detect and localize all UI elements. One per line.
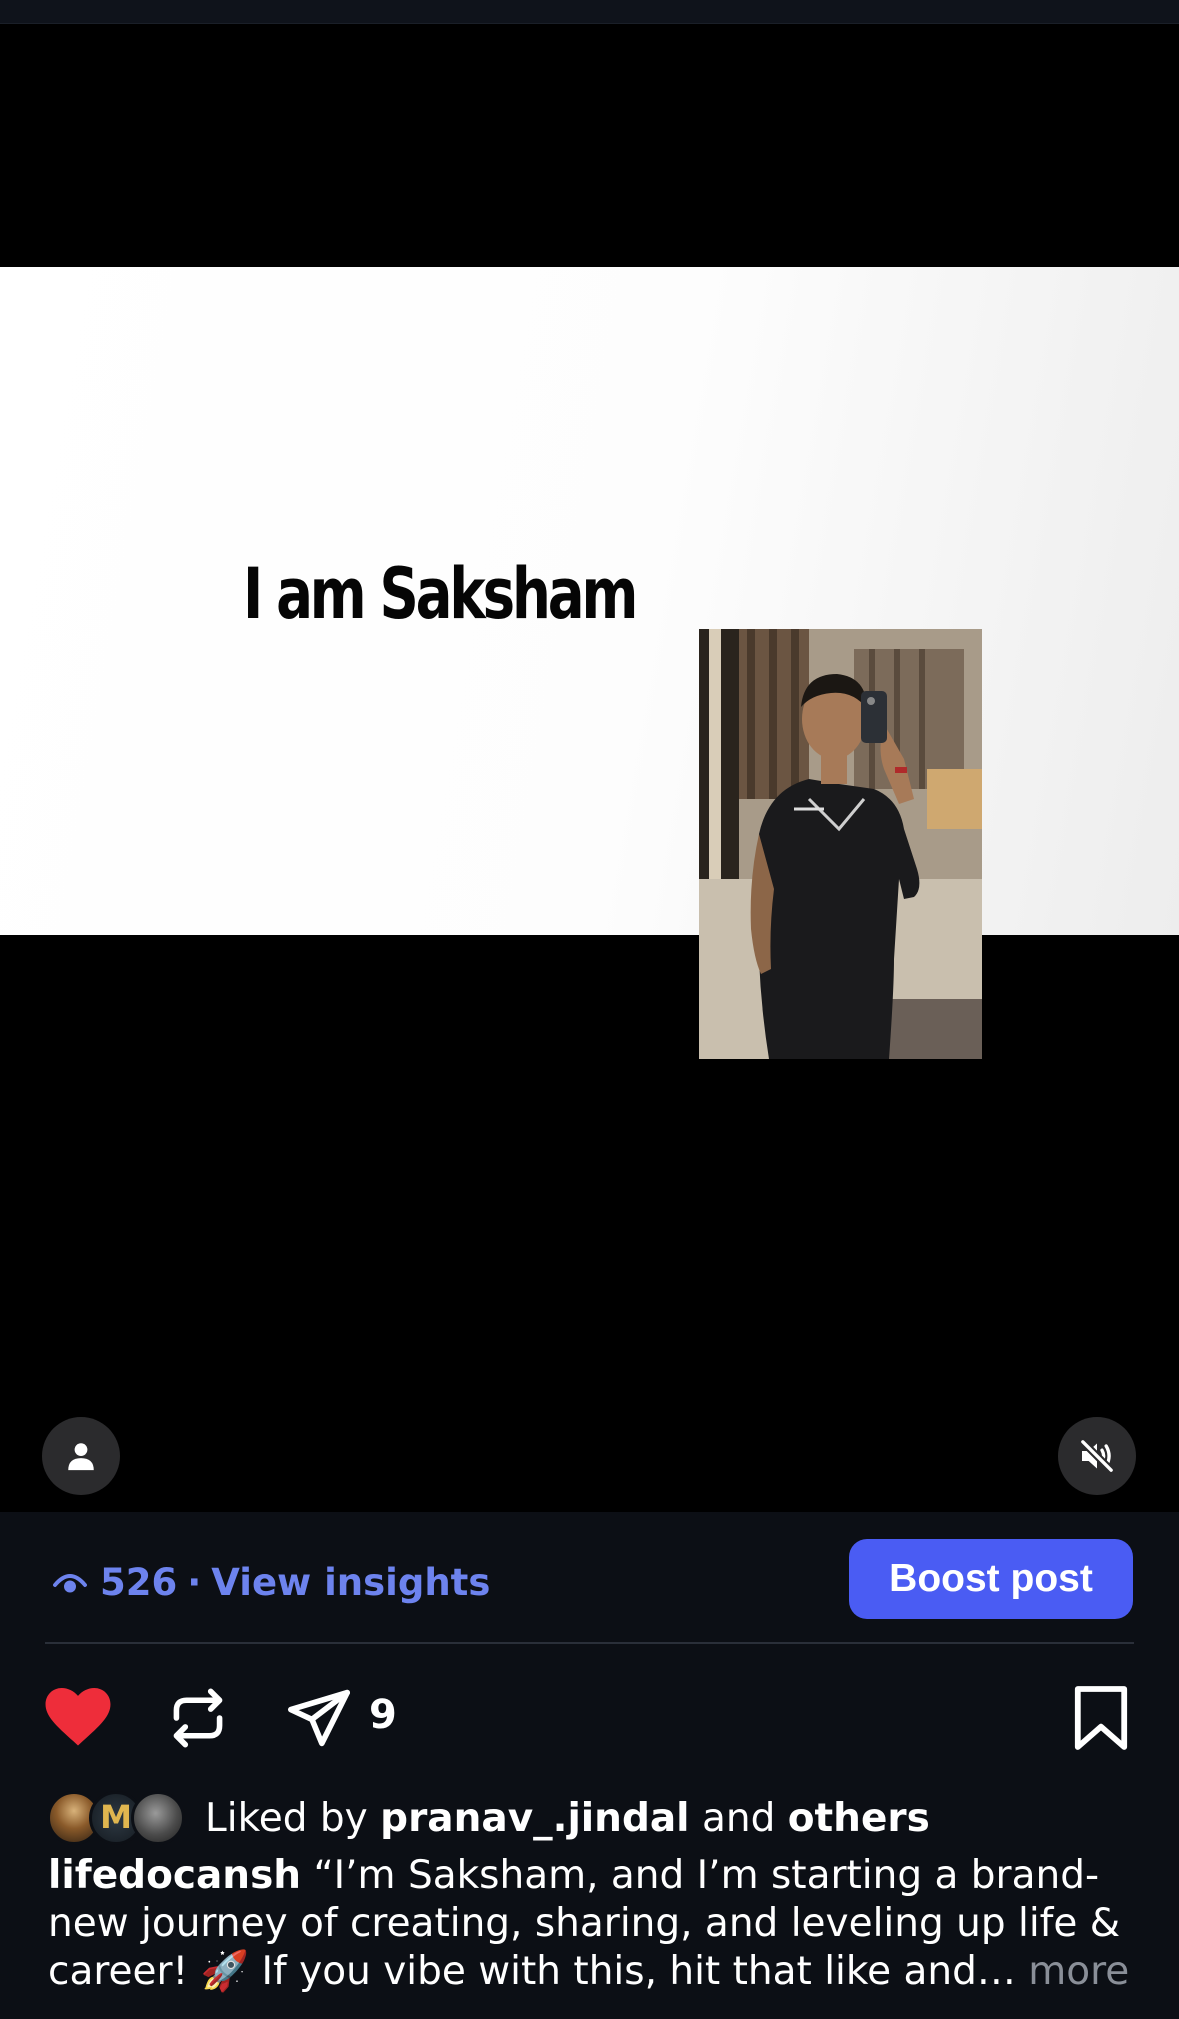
likes-others-link[interactable]: others xyxy=(788,1796,930,1841)
post-caption: lifedocansh “I’m Saksham, and I’m starti… xyxy=(48,1852,1138,1996)
post-screen: I am Saksham 526 · View insights Boost p… xyxy=(0,0,1179,2019)
liker-username[interactable]: pranav_.jindal xyxy=(380,1796,689,1841)
share-button[interactable] xyxy=(282,1685,356,1751)
share-count: 9 xyxy=(369,1692,397,1738)
selfie-illustration xyxy=(699,629,982,1059)
selfie-photo xyxy=(699,629,982,1059)
likes-summary[interactable]: M Liked by pranav_.jindal and others xyxy=(47,1790,930,1846)
slide-title: I am Saksham xyxy=(243,553,638,635)
mute-button[interactable] xyxy=(1058,1417,1136,1495)
views-separator: · xyxy=(187,1560,202,1604)
bookmark-icon xyxy=(1074,1686,1128,1750)
speaker-muted-icon xyxy=(1079,1438,1115,1474)
caption-more-link[interactable]: more xyxy=(1028,1949,1129,1994)
like-button[interactable] xyxy=(40,1683,116,1749)
paper-plane-icon xyxy=(288,1689,350,1747)
post-media[interactable]: I am Saksham xyxy=(0,24,1179,1512)
likes-conjunction: and xyxy=(701,1795,776,1841)
caption-username[interactable]: lifedocansh xyxy=(48,1853,301,1898)
liker-avatars: M xyxy=(47,1791,185,1845)
insights-label: View insights xyxy=(211,1560,491,1604)
heart-filled-icon xyxy=(45,1687,111,1746)
repost-button[interactable] xyxy=(165,1683,231,1753)
top-bar xyxy=(0,0,1179,24)
likes-text: Liked by pranav_.jindal and others xyxy=(205,1796,930,1841)
eye-icon xyxy=(52,1567,88,1597)
divider xyxy=(45,1642,1134,1644)
likes-prefix: Liked by xyxy=(205,1795,368,1841)
views-count: 526 xyxy=(100,1560,178,1604)
save-button[interactable] xyxy=(1071,1685,1131,1751)
avatar xyxy=(131,1791,185,1845)
view-insights-link[interactable]: 526 · View insights xyxy=(52,1558,490,1606)
repost-icon xyxy=(173,1688,223,1748)
tagged-people-button[interactable] xyxy=(42,1417,120,1495)
slide-card: I am Saksham xyxy=(0,267,1179,1059)
boost-post-button[interactable]: Boost post xyxy=(849,1539,1133,1619)
person-icon xyxy=(68,1443,94,1471)
